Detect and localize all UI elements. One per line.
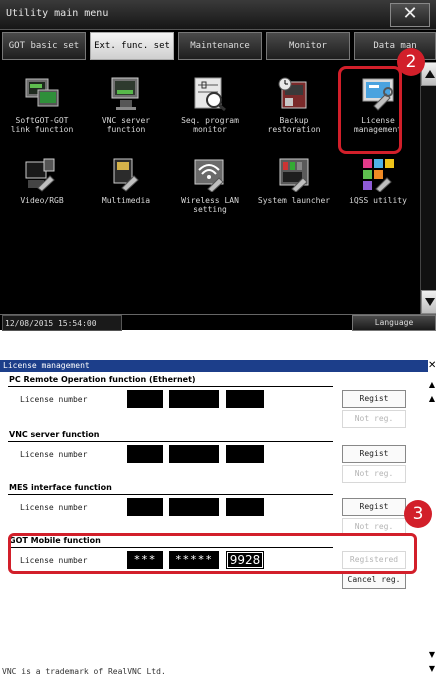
app-label-line2: management <box>353 125 403 134</box>
iqss-utility-icon <box>363 159 394 192</box>
utility-title-bar: Utility main menu ✕ <box>0 0 436 30</box>
license-title: License management <box>3 361 90 370</box>
app-video-rgb[interactable]: Video/RGB <box>0 156 84 205</box>
system-launcher-icon <box>279 158 309 192</box>
regist-button[interactable]: Regist <box>342 498 406 516</box>
app-license-management[interactable]: License management <box>336 66 420 154</box>
trademark-note: VNC is a trademark of RealVNC Ltd. <box>2 667 166 676</box>
app-label-line1: VNC server <box>101 116 151 125</box>
app-wireless-lan-setting[interactable]: Wireless LAN setting <box>168 156 252 214</box>
app-label-line1: Multimedia <box>101 196 151 205</box>
section-title-vnc-server: VNC server function <box>9 430 100 439</box>
multimedia-icon <box>113 158 139 192</box>
license-management-window: License management ✕ PC Remote Operation… <box>0 360 436 679</box>
tab-monitor[interactable]: Monitor <box>266 32 350 60</box>
license-number-label: License number <box>20 450 88 459</box>
app-label-line1: Seq. program <box>181 116 239 125</box>
datetime-display: 12/08/2015 15:54:00 <box>2 315 122 331</box>
app-label-line1: System launcher <box>257 196 331 205</box>
tab-got-basic-set[interactable]: GOT basic set <box>2 32 86 60</box>
vnc-server-icon <box>111 77 139 110</box>
menu-scrollbar[interactable] <box>420 62 436 314</box>
app-label-line1: Backup <box>279 116 309 125</box>
app-label-line1: iQSS utility <box>349 196 407 205</box>
utility-main-menu-screen: Utility main menu ✕ GOT basic set Ext. f… <box>0 0 436 331</box>
license-key-field-1[interactable] <box>127 390 163 408</box>
license-number-label: License number <box>20 395 88 404</box>
license-key-field-2[interactable] <box>169 390 219 408</box>
app-system-launcher[interactable]: System launcher <box>252 156 336 205</box>
section-title-mes-interface: MES interface function <box>9 483 112 492</box>
utility-title: Utility main menu <box>6 8 109 19</box>
regist-button[interactable]: Regist <box>342 390 406 408</box>
scroll-up-icon[interactable]: ▲ <box>428 394 436 404</box>
scroll-down-icon[interactable]: ▼ <box>428 650 436 660</box>
app-label-line2: restoration <box>267 125 321 134</box>
status-bar: 12/08/2015 15:54:00 Language <box>0 314 436 331</box>
license-management-icon <box>362 78 394 111</box>
app-label-line2: monitor <box>193 125 227 134</box>
app-label-line2: function <box>106 125 146 134</box>
section-divider <box>8 441 333 442</box>
license-scrollbar[interactable]: ▲ ▲ ▼ ▼ <box>428 372 436 679</box>
scroll-up-icon[interactable]: ▲ <box>428 380 436 390</box>
license-key-field-3[interactable] <box>226 498 264 516</box>
app-label-line1: Wireless LAN <box>181 196 239 205</box>
app-vnc-server-function[interactable]: VNC server function <box>84 76 168 134</box>
tab-maintenance[interactable]: Maintenance <box>178 32 262 60</box>
license-key-field-1[interactable] <box>127 498 163 516</box>
license-key-field-1[interactable] <box>127 445 163 463</box>
app-multimedia[interactable]: Multimedia <box>84 156 168 205</box>
license-key-field-3[interactable] <box>226 390 264 408</box>
app-seq-program-monitor[interactable]: Seq. program monitor <box>168 76 252 134</box>
scroll-down-icon[interactable]: ▼ <box>428 664 436 674</box>
app-label-line1: License <box>361 116 395 125</box>
section-divider <box>8 386 333 387</box>
license-number-label: License number <box>20 503 88 512</box>
section-divider <box>8 494 333 495</box>
language-button[interactable]: Language <box>352 315 436 331</box>
app-label-line1: Video/RGB <box>20 196 64 205</box>
scroll-down-button[interactable] <box>421 290 436 314</box>
app-softgot-got-link[interactable]: SoftGOT-GOT link function <box>0 76 84 134</box>
not-reg-button[interactable]: Not reg. <box>342 410 406 428</box>
wireless-lan-icon <box>194 159 224 192</box>
sequence-program-icon <box>194 77 226 112</box>
close-button[interactable]: ✕ <box>428 360 436 372</box>
license-key-field-2[interactable] <box>169 445 219 463</box>
function-grid: SoftGOT-GOT link function VNC server fun… <box>0 62 418 312</box>
regist-button[interactable]: Regist <box>342 445 406 463</box>
video-rgb-icon <box>25 158 55 192</box>
utility-tab-bar: GOT basic set Ext. func. set Maintenance… <box>0 32 436 60</box>
section-title-pc-remote: PC Remote Operation function (Ethernet) <box>9 375 196 384</box>
app-label-line2: link function <box>10 125 74 134</box>
app-iqss-utility[interactable]: iQSS utility <box>336 156 420 205</box>
license-key-field-3[interactable] <box>226 445 264 463</box>
license-key-field-2[interactable] <box>169 498 219 516</box>
callout-badge-2: 2 <box>397 48 425 76</box>
app-backup-restoration[interactable]: Backup restoration <box>252 76 336 134</box>
license-title-bar: License management <box>0 360 428 372</box>
backup-restoration-icon <box>278 77 307 109</box>
close-button[interactable]: ✕ <box>390 3 430 27</box>
got-mobile-highlight-frame <box>8 533 417 574</box>
tab-ext-func-set[interactable]: Ext. func. set <box>90 32 174 60</box>
app-label-line2: setting <box>193 205 227 214</box>
not-reg-button[interactable]: Not reg. <box>342 465 406 483</box>
softgot-link-icon <box>25 78 59 107</box>
app-label-line1: SoftGOT-GOT <box>15 116 69 125</box>
